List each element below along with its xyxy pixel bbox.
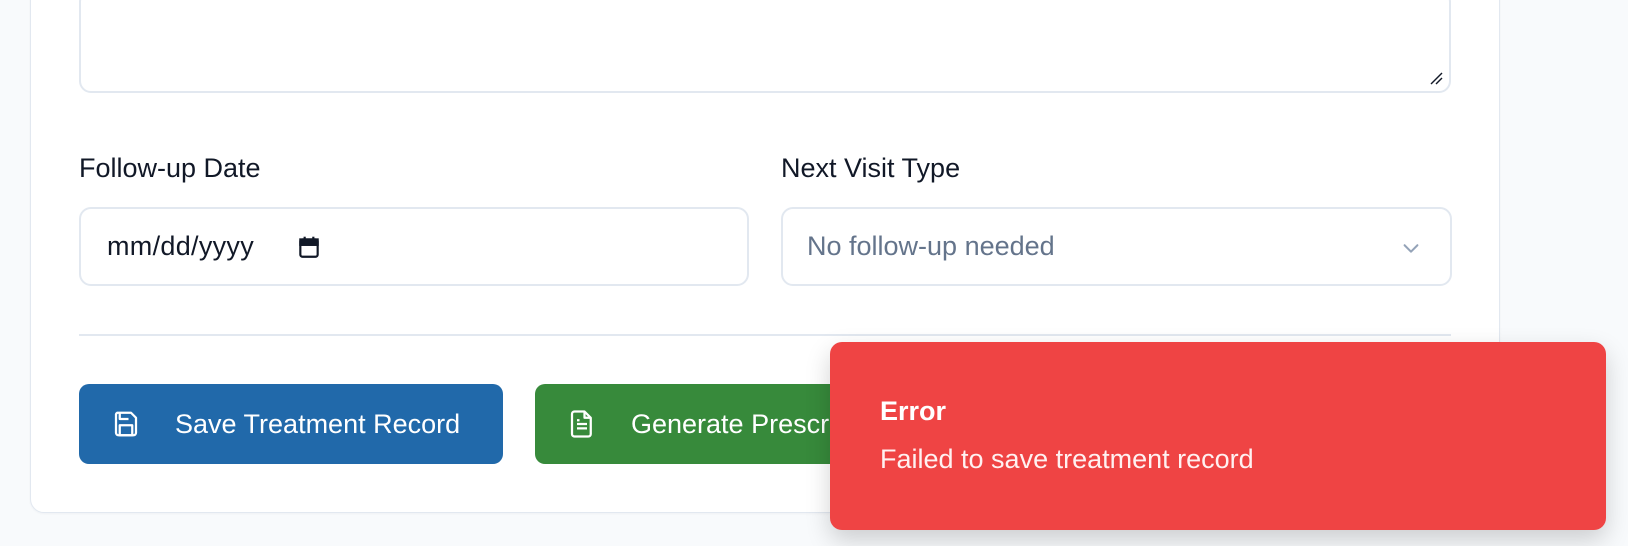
document-icon [567, 409, 597, 439]
notes-textarea[interactable] [79, 0, 1451, 93]
visit-type-value: No follow-up needed [807, 231, 1055, 261]
followup-date-input[interactable]: mm/dd/yyyy [79, 207, 749, 286]
error-toast[interactable]: Error Failed to save treatment record [830, 342, 1606, 530]
visit-type-select[interactable]: No follow-up needed [781, 207, 1452, 286]
save-button-label: Save Treatment Record [175, 408, 461, 439]
calendar-icon[interactable] [296, 234, 322, 260]
toast-title: Error [880, 396, 947, 426]
followup-date-label: Follow-up Date [79, 153, 261, 183]
chevron-down-icon [1400, 237, 1422, 259]
date-placeholder: mm/dd/yyyy [107, 231, 255, 261]
section-divider [79, 334, 1451, 336]
save-treatment-button[interactable]: Save Treatment Record [79, 384, 503, 464]
visit-type-label: Next Visit Type [781, 153, 961, 183]
save-icon [111, 409, 141, 439]
toast-message: Failed to save treatment record [880, 444, 1254, 474]
resize-handle-icon[interactable] [1429, 71, 1443, 85]
